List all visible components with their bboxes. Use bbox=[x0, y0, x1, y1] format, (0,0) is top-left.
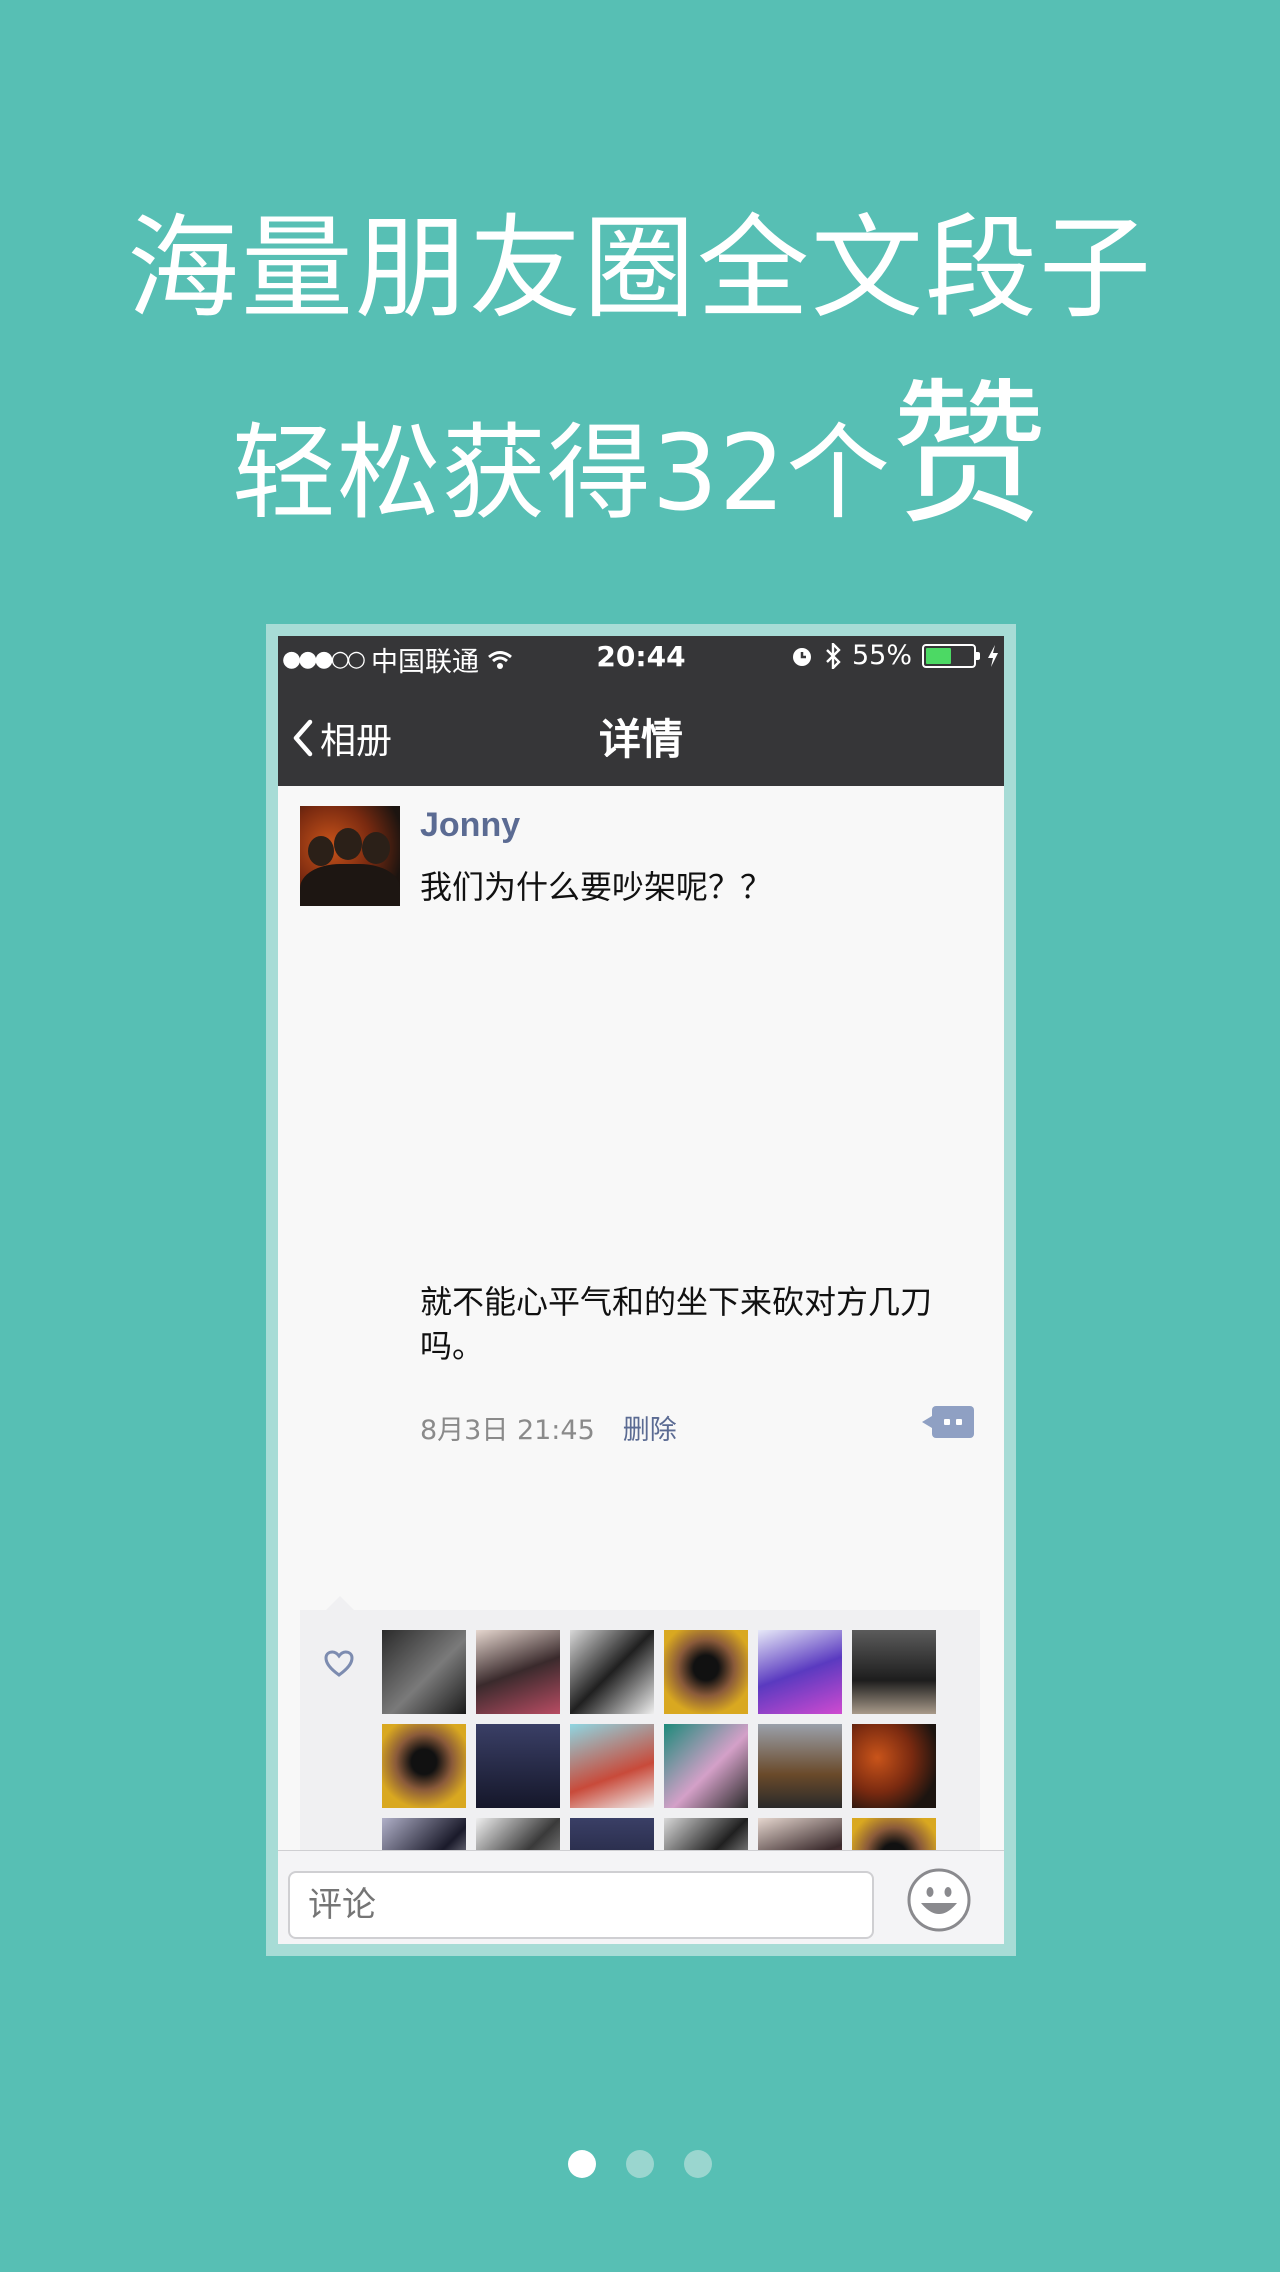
status-right: 55% bbox=[790, 640, 1000, 671]
battery-level bbox=[926, 647, 952, 664]
status-bar: ●●●○○ 中国联通 20:44 55% bbox=[278, 636, 1004, 682]
liker-avatar[interactable] bbox=[476, 1724, 560, 1808]
liker-avatar[interactable] bbox=[382, 1724, 466, 1808]
liker-avatar[interactable] bbox=[476, 1630, 560, 1714]
liker-avatar[interactable] bbox=[758, 1630, 842, 1714]
nav-bar: 相册 详情 bbox=[278, 682, 1004, 786]
post-text-line2: 就不能心平气和的坐下来砍对方几刀吗。 bbox=[420, 1283, 933, 1365]
alarm-icon bbox=[792, 647, 811, 666]
emoji-icon[interactable] bbox=[906, 1867, 972, 1933]
page-indicator bbox=[0, 2150, 1280, 2178]
headline-line2-prefix: 轻松获得32个 bbox=[231, 412, 892, 534]
heart-icon bbox=[324, 1650, 354, 1677]
post-username[interactable]: Jonny bbox=[420, 806, 520, 845]
delete-button[interactable]: 删除 bbox=[623, 1408, 677, 1447]
comment-bar bbox=[278, 1850, 1004, 1944]
liker-avatar[interactable] bbox=[852, 1724, 936, 1808]
headline-line2: 轻松获得32个赞 bbox=[0, 328, 1280, 554]
liker-avatar[interactable] bbox=[758, 1724, 842, 1808]
liker-avatar[interactable] bbox=[570, 1630, 654, 1714]
liker-avatar[interactable] bbox=[664, 1630, 748, 1714]
page-dot[interactable] bbox=[684, 2150, 712, 2178]
comment-input[interactable] bbox=[288, 1871, 874, 1939]
battery-icon bbox=[922, 643, 980, 668]
battery-percent: 55% bbox=[851, 640, 912, 671]
avatar[interactable] bbox=[300, 806, 400, 906]
post-text-line1: 我们为什么要吵架呢？？ bbox=[420, 868, 773, 906]
headline-line1: 海量朋友圈全文段子 bbox=[127, 204, 1153, 334]
headline-line2-emphasis: 赞 bbox=[891, 364, 1049, 546]
liker-avatar[interactable] bbox=[852, 1630, 936, 1714]
comment-more-icon[interactable] bbox=[922, 1406, 974, 1438]
bluetooth-icon bbox=[826, 642, 841, 669]
phone-screenshot-frame: ●●●○○ 中国联通 20:44 55% 相册 详情 Jonny 我们为什么要吵… bbox=[266, 624, 1016, 1956]
page-dot[interactable] bbox=[568, 2150, 596, 2178]
nav-title: 详情 bbox=[598, 715, 683, 764]
phone-screen: ●●●○○ 中国联通 20:44 55% 相册 详情 Jonny 我们为什么要吵… bbox=[278, 636, 1004, 1944]
charging-icon bbox=[988, 644, 998, 667]
post-timestamp: 8月3日 21:45 bbox=[420, 1415, 595, 1446]
top-bar: ●●●○○ 中国联通 20:44 55% 相册 详情 bbox=[278, 636, 1004, 786]
liker-avatar[interactable] bbox=[382, 1630, 466, 1714]
page-dot[interactable] bbox=[626, 2150, 654, 2178]
liker-avatar[interactable] bbox=[664, 1724, 748, 1808]
liker-avatar[interactable] bbox=[570, 1724, 654, 1808]
post-meta: 8月3日 21:45 删除 bbox=[420, 1408, 677, 1447]
